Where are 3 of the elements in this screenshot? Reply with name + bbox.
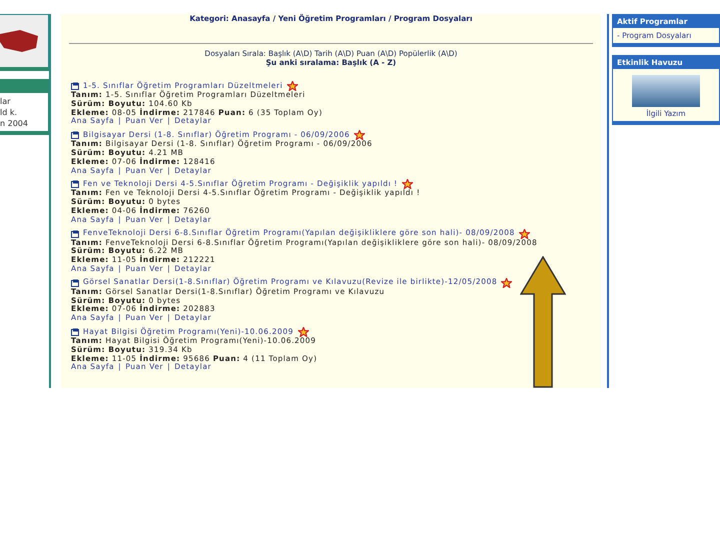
sidebar-text: n 2004: [0, 118, 29, 129]
sidebar-text: ld k.: [0, 107, 18, 118]
sidebar-text: lar: [0, 96, 12, 107]
